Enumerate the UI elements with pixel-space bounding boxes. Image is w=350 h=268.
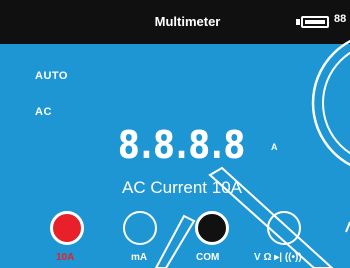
auto-range-indicator: AUTO xyxy=(35,70,68,82)
jack-10a[interactable] xyxy=(50,211,84,245)
jack-v-ohm[interactable] xyxy=(267,211,301,245)
jack-com[interactable] xyxy=(195,211,229,245)
jack-com-label: COM xyxy=(196,252,220,263)
probe-red-lead xyxy=(154,214,196,268)
jack-10a-label: 10A xyxy=(56,252,75,263)
reading-unit: A xyxy=(271,142,278,152)
coupling-indicator: AC xyxy=(35,106,52,118)
jack-v-ohm-label: V Ω ▸| ((•)) xyxy=(254,252,302,263)
reading-display: 8.8.8.8 xyxy=(118,123,246,167)
dial-outer-arc xyxy=(311,39,350,167)
jack-ma-label: mA xyxy=(131,252,148,263)
knob-line-1 xyxy=(345,221,350,233)
jack-ma[interactable] xyxy=(123,211,157,245)
measurement-mode-label: AC Current 10A xyxy=(122,178,242,197)
